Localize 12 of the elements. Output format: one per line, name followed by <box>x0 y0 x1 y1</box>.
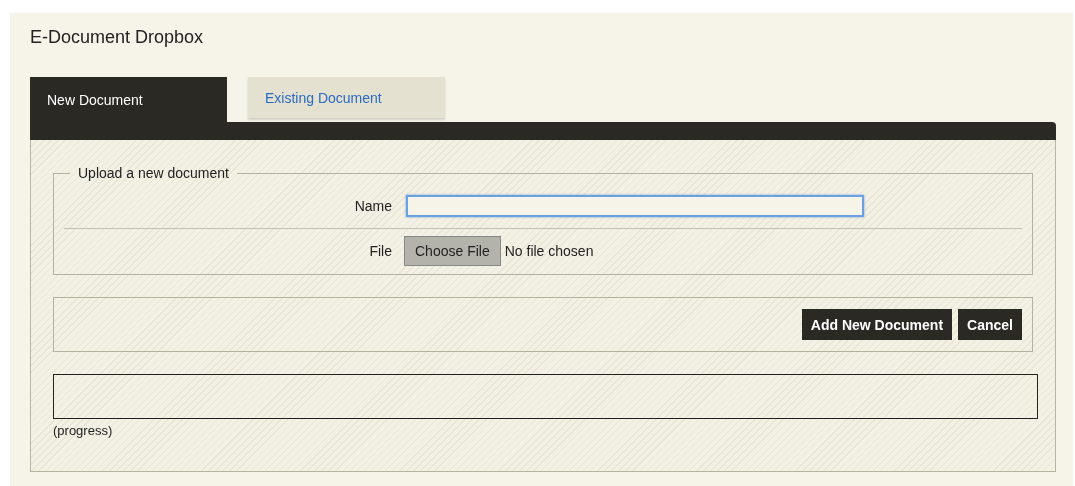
action-button[interactable]: Cancel <box>958 309 1022 340</box>
name-input-field[interactable] <box>406 195 864 217</box>
dialog-title: E-Document Dropbox <box>30 26 205 49</box>
tab[interactable]: Existing Document <box>248 77 445 118</box>
field-label: Name <box>353 198 392 214</box>
choose-file-button[interactable]: Choose File <box>404 236 501 266</box>
action-button[interactable]: Add New Document <box>801 309 953 340</box>
file-status: No file chosen <box>504 243 594 259</box>
progress-label: (progress) <box>53 423 114 438</box>
fieldset-legend: Upload a new document <box>70 165 237 181</box>
field-label: File <box>368 243 392 259</box>
tab[interactable]: New Document <box>30 77 227 122</box>
